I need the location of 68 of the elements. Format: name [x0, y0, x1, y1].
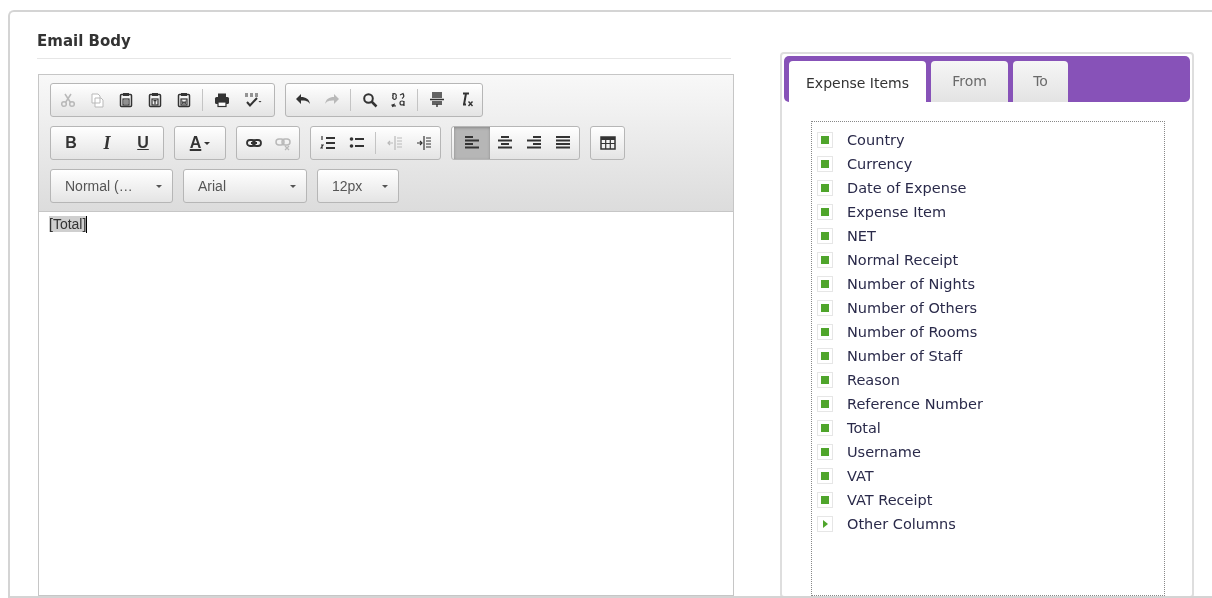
field-icon [817, 396, 833, 412]
underline-button[interactable]: U [125, 129, 161, 157]
field-icon [817, 276, 833, 292]
field-item[interactable]: Reason [847, 372, 900, 388]
field-icon [817, 420, 833, 436]
broken-link-icon [274, 135, 291, 151]
search-icon [361, 92, 378, 108]
text-color-button[interactable]: A [177, 129, 223, 157]
field-item[interactable]: Number of Staff [847, 348, 963, 364]
dropdown[interactable]: 12px [317, 169, 399, 203]
align-left-icon [464, 135, 480, 151]
justify-icon [554, 135, 571, 151]
field-icon [817, 372, 833, 388]
editor-text: [Total] [49, 216, 87, 232]
page-break-icon [428, 92, 445, 108]
field-icon [817, 252, 833, 268]
table-icon [599, 135, 616, 151]
copy-icon [88, 92, 105, 108]
field-item[interactable]: VAT [847, 468, 874, 484]
clipboard-icon [117, 92, 134, 108]
field-icon [817, 132, 833, 148]
field-icon [817, 468, 833, 484]
dropdown[interactable]: Normal (… [50, 169, 173, 203]
tab[interactable]: To [1013, 61, 1069, 102]
section-title: Email Body [37, 32, 731, 59]
field-icon [817, 228, 833, 244]
field-item[interactable]: Reference Number [847, 396, 983, 412]
toolbar-button[interactable] [454, 127, 490, 159]
spellcheck-icon [244, 92, 264, 108]
field-icon [817, 348, 833, 364]
dropdown[interactable]: Arial [183, 169, 307, 203]
caret-icon [382, 184, 388, 188]
field-icon [817, 156, 833, 172]
numbered-list-icon [319, 135, 336, 151]
field-item[interactable]: Number of Others [847, 300, 978, 316]
bold-button[interactable]: B [53, 129, 89, 157]
field-icon [817, 180, 833, 196]
field-item[interactable]: Date of Expense [847, 180, 967, 196]
field-item[interactable]: Number of Nights [847, 276, 975, 292]
caret-icon [156, 184, 162, 188]
italic-button[interactable]: I [89, 129, 125, 157]
text-cursor [86, 215, 88, 233]
field-icon [817, 300, 833, 316]
printer-icon [213, 92, 230, 108]
tab[interactable]: From [931, 61, 1009, 102]
indent-icon [415, 135, 432, 151]
field-icon [817, 324, 833, 340]
field-icon [817, 204, 833, 220]
caret-icon [290, 184, 296, 188]
field-icon [817, 444, 833, 460]
field-icon [817, 492, 833, 508]
tree-folder-item[interactable]: Other Columns [847, 516, 956, 532]
clipboard-icon [146, 92, 163, 108]
field-item[interactable]: Normal Receipt [847, 252, 959, 268]
clipboard-icon [175, 92, 192, 108]
field-item[interactable]: Expense Item [847, 204, 947, 220]
field-item[interactable]: Username [847, 444, 921, 460]
field-item[interactable]: VAT Receipt [847, 492, 933, 508]
bulleted-list-icon [348, 135, 365, 151]
outdent-icon [386, 135, 403, 151]
scissors-icon [59, 92, 76, 108]
align-right-icon [525, 135, 542, 151]
field-item[interactable]: NET [847, 228, 876, 244]
field-item[interactable]: Total [847, 420, 881, 436]
field-item[interactable]: Number of Rooms [847, 324, 978, 340]
field-item[interactable]: Country [847, 132, 905, 148]
field-item[interactable]: Currency [847, 156, 913, 172]
align-center-icon [496, 135, 513, 151]
